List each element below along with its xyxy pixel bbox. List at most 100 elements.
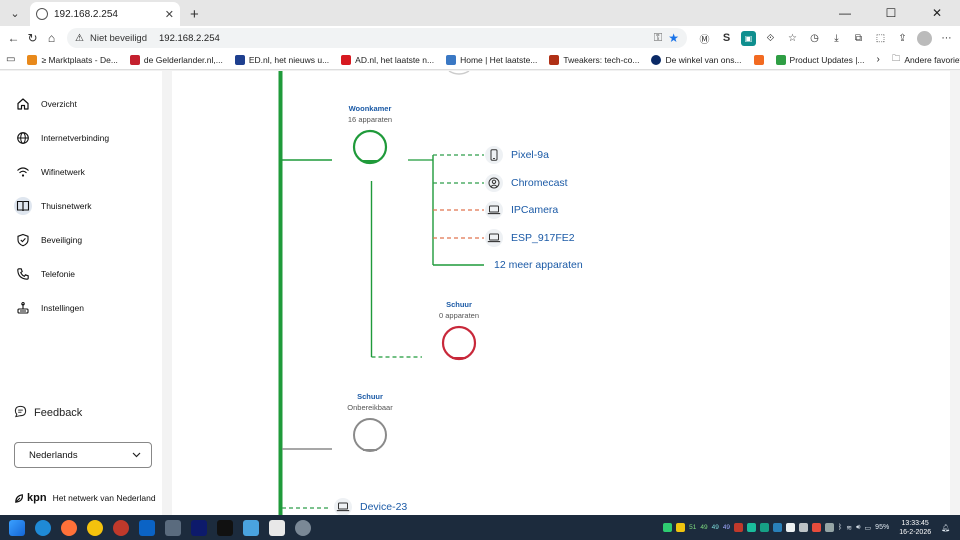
sidebar-item-instellingen[interactable]: Instellingen xyxy=(14,296,84,320)
bookmark-label: ED.nl, het nieuws u... xyxy=(248,54,330,65)
close-icon[interactable]: ✕ xyxy=(165,8,174,21)
chevron-down-icon xyxy=(132,450,141,461)
sidebar-item-wifinetwerk[interactable]: Wifinetwerk xyxy=(14,160,85,184)
reload-button[interactable]: ↻ xyxy=(25,28,40,48)
sidebar-item-thuisnetwerk[interactable]: Thuisnetwerk xyxy=(14,194,92,218)
new-tab-button[interactable]: + xyxy=(190,6,199,23)
wifi-tray-icon[interactable]: ≋ xyxy=(846,524,852,532)
url-field[interactable]: ⚠ Niet beveiligd 192.168.2.254 ⚿ ★ xyxy=(67,28,687,48)
schuur-offline-label[interactable]: Schuur Onbereikbaar xyxy=(325,392,415,412)
bookmark-item[interactable]: AD.nl, het laatste n... xyxy=(341,54,434,65)
sidebar-item-beveiliging[interactable]: Beveiliging xyxy=(14,228,82,252)
book-icon xyxy=(14,197,32,215)
bookmark-item[interactable]: de Gelderlander.nl,... xyxy=(129,54,223,65)
home-button[interactable]: ⌂ xyxy=(44,28,59,48)
maximize-button[interactable]: ☐ xyxy=(868,0,914,26)
split-screen-icon[interactable]: ⧉ xyxy=(851,31,866,46)
dolby-icon[interactable] xyxy=(217,519,233,536)
tray-app-icon[interactable] xyxy=(825,523,835,532)
bluetooth-icon[interactable]: ᛒ xyxy=(838,524,842,531)
more-devices-link[interactable]: 12 meer apparaten xyxy=(494,259,583,271)
store-icon[interactable] xyxy=(269,519,285,536)
app-red-icon[interactable] xyxy=(113,519,129,536)
downloads-icon[interactable]: ⤓ xyxy=(829,31,844,46)
extension-teal-icon[interactable]: ▣ xyxy=(741,30,756,46)
settings-icon xyxy=(14,299,32,317)
woonkamer-node xyxy=(352,129,388,165)
wifi-icon xyxy=(14,163,32,181)
bookmark-item[interactable]: ≥ Marktplaats - De... xyxy=(27,54,118,65)
tray-app-icon[interactable] xyxy=(799,523,809,532)
bookmark-item[interactable]: De winkel van ons... xyxy=(651,54,742,65)
bookmark-item[interactable]: ED.nl, het nieuws u... xyxy=(234,54,330,65)
back-button[interactable]: ← xyxy=(6,28,21,48)
device-ipcamera[interactable]: IPCamera xyxy=(485,201,558,219)
tray-app-icon[interactable] xyxy=(786,523,796,532)
chevron-right-icon[interactable]: › xyxy=(877,54,880,65)
extension-s-icon[interactable]: S xyxy=(719,31,734,46)
extension-m-icon[interactable]: Ⓜ xyxy=(697,31,712,46)
outlook-icon[interactable] xyxy=(139,519,155,536)
battery-level: 95% xyxy=(875,524,890,531)
start-icon[interactable] xyxy=(9,519,25,536)
app-dark-icon[interactable] xyxy=(191,519,207,536)
device-pixel-9a[interactable]: Pixel-9a xyxy=(485,146,549,164)
kpn-tagline: Het netwerk van Nederland xyxy=(52,493,156,503)
camera-icon[interactable] xyxy=(165,519,181,536)
bookmark-item[interactable]: Home | Het laatste... xyxy=(446,54,537,65)
extension-puzzle-icon[interactable]: ⟐ xyxy=(763,31,778,46)
sidebar-item-overzicht[interactable]: Overzicht xyxy=(14,92,77,116)
share-icon[interactable]: ⇪ xyxy=(895,31,910,46)
tray-app-icon[interactable] xyxy=(734,523,744,532)
node-top-partial xyxy=(448,71,470,75)
minimize-button[interactable]: — xyxy=(822,0,868,26)
tray-app-icon[interactable] xyxy=(773,523,783,532)
device-device-23[interactable]: Device-23 xyxy=(334,498,407,516)
battery-icon[interactable]: ▭ xyxy=(865,524,872,532)
reading-list-icon[interactable]: ▭ xyxy=(6,52,15,67)
photos-icon[interactable] xyxy=(243,519,259,536)
tray-app-icon[interactable] xyxy=(676,523,686,532)
warning-icon[interactable]: ⚠ xyxy=(75,33,84,44)
bookmark-item[interactable]: Product Updates |... xyxy=(775,54,865,65)
tray-app-icon[interactable] xyxy=(812,523,822,532)
schuur-online-label[interactable]: Schuur 0 apparaten xyxy=(414,300,504,320)
profile-avatar[interactable] xyxy=(917,30,932,46)
key-icon[interactable]: ⚿ xyxy=(654,32,662,45)
browser-tab[interactable]: 192.168.2.254 ✕ xyxy=(30,2,180,26)
firefox-icon[interactable] xyxy=(61,519,77,536)
language-select[interactable]: Nederlands xyxy=(14,442,152,468)
tab-actions-menu-button[interactable]: ⌄ xyxy=(4,2,26,24)
settings-gear-icon[interactable] xyxy=(295,519,311,536)
tray-app-icon[interactable] xyxy=(760,523,770,532)
bookmark-folder[interactable]: 🗀Andere favorieten xyxy=(892,53,960,67)
sidebar-item-internetverbinding[interactable]: Internetverbinding xyxy=(14,126,109,150)
security-label[interactable]: Niet beveiligd xyxy=(90,33,147,44)
history-icon[interactable]: ◷ xyxy=(807,31,822,46)
bookmark-favicon xyxy=(753,54,764,65)
edge-icon[interactable] xyxy=(35,519,51,536)
bookmark-item[interactable]: Tweakers: tech-co... xyxy=(549,54,639,65)
notification-bell-icon[interactable]: 🔔︎ xyxy=(941,524,950,532)
tray-value: 49 xyxy=(711,524,719,531)
favorite-star-icon[interactable]: ★ xyxy=(668,31,679,45)
feedback-link[interactable]: Feedback xyxy=(14,405,82,421)
sidebar-item-telefonie[interactable]: Telefonie xyxy=(14,262,75,286)
chrome-icon[interactable] xyxy=(87,519,103,536)
sidebar-item-label: Overzicht xyxy=(41,99,77,109)
device-esp-917fe2[interactable]: ESP_917FE2 xyxy=(485,229,575,247)
tray-app-icon[interactable] xyxy=(747,523,757,532)
favorites-icon[interactable]: ☆ xyxy=(785,31,800,46)
url-text[interactable]: 192.168.2.254 xyxy=(159,33,648,44)
clock[interactable]: 13:33:45 16-2-2026 xyxy=(899,519,931,537)
screenshot-icon[interactable]: ⬚ xyxy=(873,31,888,46)
tray-app-icon[interactable] xyxy=(663,523,673,532)
close-window-button[interactable]: ✕ xyxy=(914,0,960,26)
volume-icon[interactable]: 🔊︎ xyxy=(856,524,860,532)
device-chromecast[interactable]: Chromecast xyxy=(485,174,568,192)
bookmark-favicon xyxy=(234,54,245,65)
more-menu-icon[interactable]: ⋯ xyxy=(939,31,954,46)
woonkamer-label[interactable]: Woonkamer 16 apparaten xyxy=(325,104,415,124)
kpn-brand: kpn Het netwerk van Nederland xyxy=(14,492,156,504)
bookmark-item[interactable] xyxy=(753,54,764,65)
